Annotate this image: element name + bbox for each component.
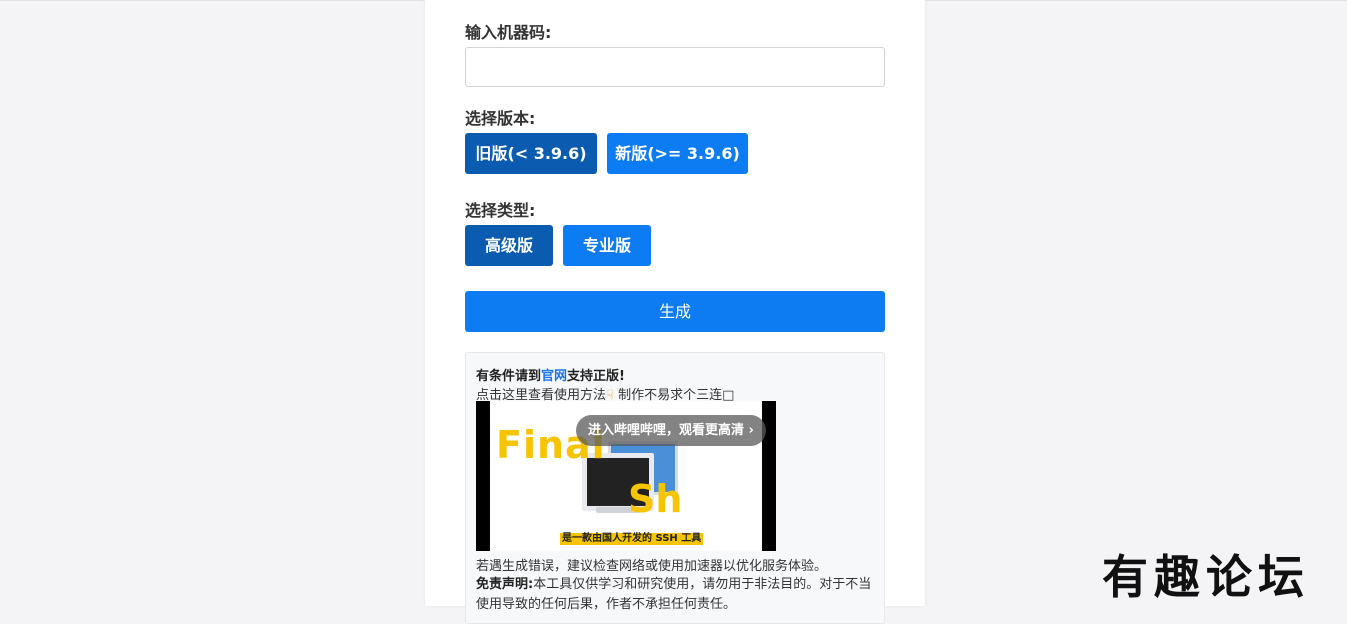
- generator-card: 输入机器码: 选择版本: 旧版(< 3.9.6) 新版(>= 3.9.6) 选择…: [425, 0, 925, 624]
- type-advanced-button[interactable]: 高级版: [465, 225, 553, 266]
- machine-code-input[interactable]: [465, 47, 885, 87]
- version-old-button[interactable]: 旧版(< 3.9.6): [465, 133, 597, 174]
- generate-button[interactable]: 生成: [465, 291, 885, 332]
- machine-code-label: 输入机器码:: [465, 23, 552, 42]
- type-pro-button[interactable]: 专业版: [563, 225, 651, 266]
- forum-watermark: 有趣论坛: [1102, 550, 1310, 604]
- video-frame: Final Sh 是一款由国人开发的 SSH 工具 进入哔哩哔哩，观看更高清 ›: [490, 401, 766, 551]
- notice-box: 有条件请到官网支持正版! 点击这里查看使用方法☟ 制作不易求个三连□ Final…: [465, 352, 885, 624]
- type-label: 选择类型:: [465, 201, 536, 220]
- video-subtitle: 是一款由国人开发的 SSH 工具: [560, 533, 704, 545]
- video-title-part2: Sh: [628, 477, 683, 521]
- support-official-text: 有条件请到官网支持正版!: [476, 369, 625, 384]
- disclaimer: 免责声明:本工具仅供学习和研究使用，请勿用于非法目的。对于不当使用导致的任何后果…: [476, 575, 876, 615]
- official-site-link[interactable]: 官网: [541, 369, 567, 384]
- network-tip: 若遇生成错误，建议检查网络或使用加速器以优化服务体验。: [476, 559, 828, 574]
- video-embed[interactable]: Final Sh 是一款由国人开发的 SSH 工具 进入哔哩哔哩，观看更高清 ›: [476, 401, 776, 551]
- version-label: 选择版本:: [465, 109, 536, 128]
- version-new-button[interactable]: 新版(>= 3.9.6): [607, 133, 748, 174]
- disclaimer-label: 免责声明:: [476, 577, 534, 592]
- open-bilibili-button[interactable]: 进入哔哩哔哩，观看更高清 ›: [576, 415, 766, 446]
- disclaimer-text: 本工具仅供学习和研究使用，请勿用于非法目的。对于不当使用导致的任何后果，作者不承…: [476, 577, 872, 612]
